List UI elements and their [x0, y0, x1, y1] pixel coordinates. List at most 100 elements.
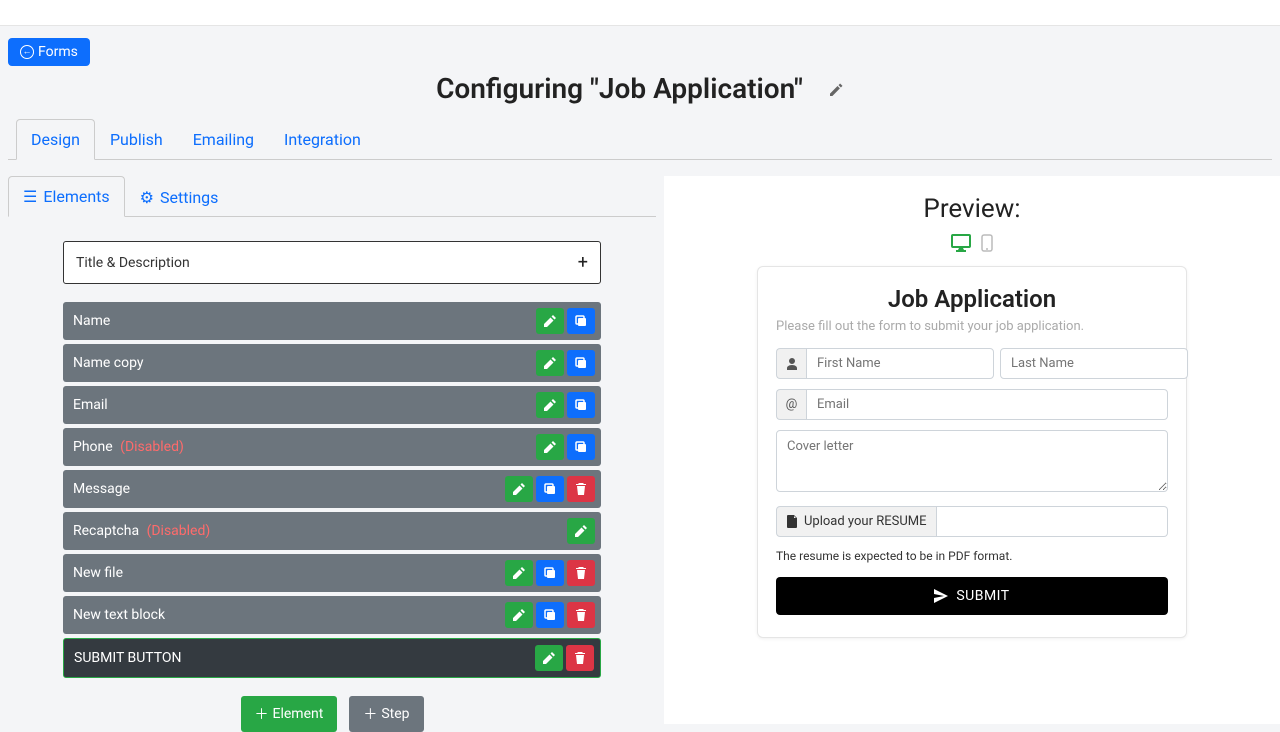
first-name-input[interactable]: [806, 348, 994, 379]
element-label: Message: [73, 481, 505, 497]
add-element-button[interactable]: ＋ Element: [241, 696, 338, 732]
element-row[interactable]: New file: [63, 554, 601, 592]
main-tabs: Design Publish Emailing Integration: [8, 119, 1272, 160]
resume-note: The resume is expected to be in PDF form…: [776, 549, 1168, 563]
element-row[interactable]: Recaptcha (Disabled): [63, 512, 601, 550]
delete-icon: [575, 483, 587, 495]
edit-icon: [543, 652, 555, 664]
copy-element-button[interactable]: [536, 476, 564, 502]
last-name-input[interactable]: [1000, 348, 1188, 379]
tab-publish[interactable]: Publish: [95, 119, 178, 160]
copy-icon: [575, 399, 587, 411]
edit-icon: [513, 609, 525, 621]
mobile-icon[interactable]: [981, 234, 993, 252]
preview-form-card: Job Application Please fill out the form…: [757, 266, 1187, 638]
element-label: Email: [73, 397, 536, 413]
element-label: Name copy: [73, 355, 536, 371]
elements-list: Name Name copy Email Phone (Disabled) Messag…: [8, 302, 656, 678]
copy-element-button[interactable]: [567, 392, 595, 418]
disabled-tag: (Disabled): [117, 439, 184, 455]
copy-element-button[interactable]: [536, 602, 564, 628]
element-label: Recaptcha (Disabled): [73, 523, 567, 539]
copy-element-button[interactable]: [567, 434, 595, 460]
add-step-button[interactable]: ＋ Step: [349, 696, 423, 732]
page-title-row: Configuring "Job Application": [8, 72, 1272, 105]
element-row[interactable]: Message: [63, 470, 601, 508]
title-description-block[interactable]: Title & Description +: [63, 241, 601, 284]
edit-element-button[interactable]: [536, 308, 564, 334]
send-icon: [934, 589, 948, 603]
element-row[interactable]: Name: [63, 302, 601, 340]
tab-emailing[interactable]: Emailing: [178, 119, 269, 160]
back-arrow-icon: ←: [20, 45, 34, 59]
disabled-tag: (Disabled): [143, 523, 210, 539]
submit-label: SUBMIT: [956, 588, 1009, 604]
subtab-elements-label: Elements: [43, 187, 109, 206]
gear-icon: ⚙: [140, 188, 154, 207]
edit-icon: [544, 399, 556, 411]
element-row[interactable]: SUBMIT BUTTON: [63, 638, 601, 678]
form-description: Please fill out the form to submit your …: [776, 319, 1168, 334]
delete-element-button[interactable]: [566, 645, 594, 671]
copy-icon: [544, 609, 556, 621]
delete-icon: [575, 609, 587, 621]
element-label: New file: [73, 565, 505, 581]
upload-resume-button[interactable]: Upload your RESUME: [776, 506, 937, 537]
copy-icon: [575, 315, 587, 327]
list-icon: ☰: [23, 187, 37, 206]
plus-icon: +: [578, 252, 588, 273]
edit-icon: [544, 315, 556, 327]
edit-element-button[interactable]: [505, 476, 533, 502]
cover-letter-textarea[interactable]: [776, 430, 1168, 492]
copy-element-button[interactable]: [567, 308, 595, 334]
edit-element-button[interactable]: [536, 392, 564, 418]
element-label: Phone (Disabled): [73, 439, 536, 455]
edit-element-button[interactable]: [505, 560, 533, 586]
subtab-elements[interactable]: ☰ Elements: [8, 176, 125, 217]
at-icon: @: [776, 389, 806, 420]
edit-title-icon[interactable]: [828, 82, 844, 103]
edit-icon: [575, 525, 587, 537]
delete-icon: [575, 567, 587, 579]
copy-icon: [575, 441, 587, 453]
edit-element-button[interactable]: [536, 350, 564, 376]
submit-button[interactable]: SUBMIT: [776, 577, 1168, 615]
delete-element-button[interactable]: [567, 476, 595, 502]
delete-element-button[interactable]: [567, 560, 595, 586]
desktop-icon[interactable]: [951, 234, 971, 252]
edit-icon: [513, 483, 525, 495]
delete-element-button[interactable]: [567, 602, 595, 628]
edit-element-button[interactable]: [536, 434, 564, 460]
edit-icon: [544, 357, 556, 369]
element-row[interactable]: Phone (Disabled): [63, 428, 601, 466]
back-to-forms-button[interactable]: ← Forms: [8, 38, 90, 66]
title-description-label: Title & Description: [76, 255, 190, 271]
copy-icon: [544, 567, 556, 579]
edit-icon: [544, 441, 556, 453]
element-label: SUBMIT BUTTON: [74, 650, 535, 666]
top-strip: [0, 0, 1280, 26]
copy-icon: [544, 483, 556, 495]
subtab-settings-label: Settings: [160, 188, 218, 207]
preview-heading: Preview:: [664, 194, 1280, 224]
upload-filename-area: [937, 506, 1168, 537]
subtab-settings[interactable]: ⚙ Settings: [125, 176, 234, 217]
edit-element-button[interactable]: [535, 645, 563, 671]
form-title: Job Application: [776, 285, 1168, 313]
edit-element-button[interactable]: [505, 602, 533, 628]
copy-icon: [575, 357, 587, 369]
element-label: New text block: [73, 607, 505, 623]
element-row[interactable]: Email: [63, 386, 601, 424]
element-row[interactable]: Name copy: [63, 344, 601, 382]
back-label: Forms: [38, 44, 78, 60]
copy-element-button[interactable]: [536, 560, 564, 586]
tab-integration[interactable]: Integration: [269, 119, 376, 160]
file-icon: [787, 515, 798, 528]
plus-icon: ＋: [255, 704, 269, 724]
email-input[interactable]: [806, 389, 1168, 420]
tab-design[interactable]: Design: [16, 119, 95, 160]
edit-icon: [513, 567, 525, 579]
copy-element-button[interactable]: [567, 350, 595, 376]
edit-element-button[interactable]: [567, 518, 595, 544]
element-row[interactable]: New text block: [63, 596, 601, 634]
